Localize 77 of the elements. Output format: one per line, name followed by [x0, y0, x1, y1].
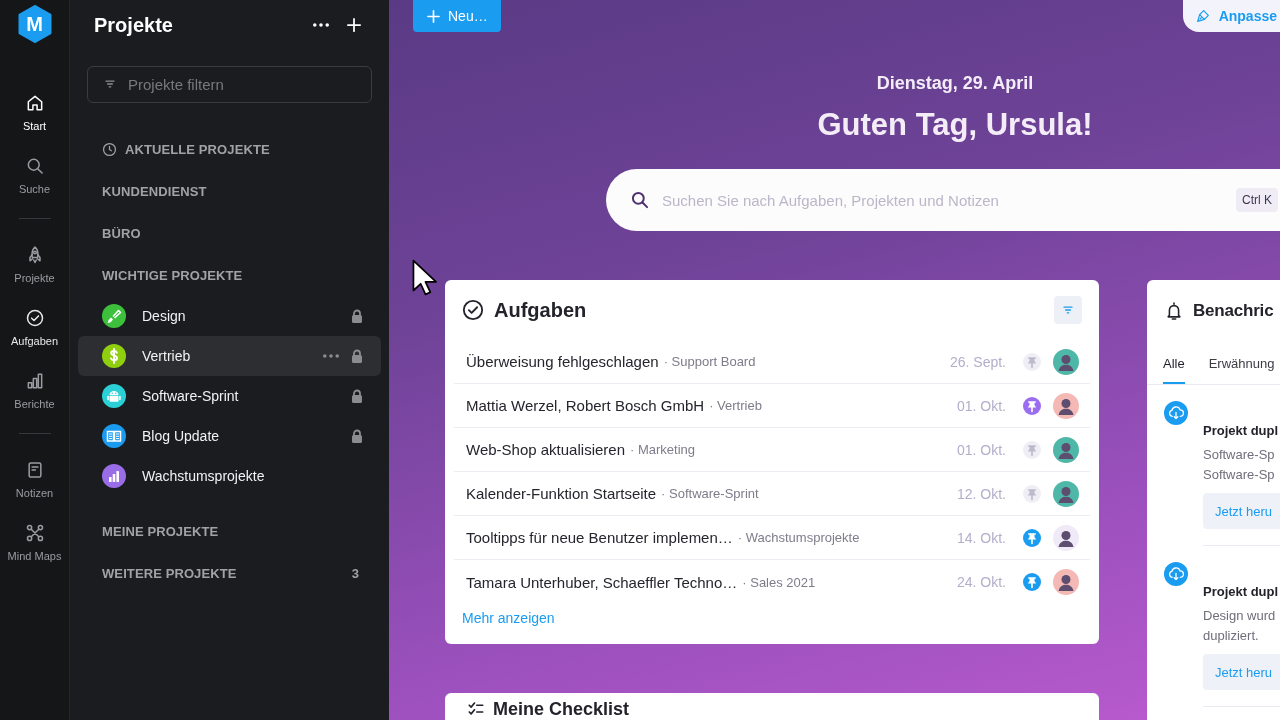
nav-item[interactable]: Notizen — [2, 458, 67, 502]
card-title: Meine Checklist — [493, 699, 630, 719]
greeting-title: Guten Tag, Ursula! — [817, 106, 1093, 144]
task-project: · Support Board — [663, 354, 756, 369]
due-date: 01. Okt. — [956, 441, 1006, 458]
panel-title: Benachric — [1193, 301, 1274, 321]
project-item[interactable]: Software-Sprint — [78, 376, 381, 416]
paint-brush-icon — [1194, 8, 1211, 24]
task-title[interactable]: Tooltipps für neue Benutzer implemen… — [466, 529, 733, 546]
task-title[interactable]: Tamara Unterhuber, Schaeffler Techno… — [466, 573, 738, 591]
mind-map-icon — [24, 523, 45, 543]
more-icon — [313, 23, 329, 27]
task-title[interactable]: Kalender-Funktion Startseite — [466, 485, 657, 502]
section-header[interactable]: BÜRO — [70, 212, 389, 254]
keyboard-shortcut: Ctrl K — [1236, 188, 1278, 212]
pin-icon[interactable] — [1023, 396, 1041, 415]
checklist-icon — [467, 700, 485, 718]
nav-item[interactable]: Projekte — [2, 243, 67, 287]
check-circle-icon — [462, 299, 484, 321]
task-title[interactable]: Überweisung fehlgeschlagen — [466, 353, 659, 370]
notification-title: Projekt dupl — [1203, 422, 1280, 440]
more-button[interactable] — [313, 23, 329, 27]
filter-button[interactable] — [1054, 296, 1082, 324]
project-item[interactable]: Blog Update — [78, 416, 381, 456]
project-item[interactable]: Design — [78, 296, 381, 336]
notification-text: Design wurd dupliziert. — [1203, 607, 1277, 645]
section-header[interactable]: WICHTIGE PROJEKTE — [70, 254, 389, 296]
notification-title: Projekt dupl — [1203, 583, 1280, 601]
nav-item[interactable]: Suche — [2, 154, 67, 198]
more-icon[interactable] — [323, 354, 339, 358]
add-button[interactable] — [347, 18, 361, 32]
date-text: Dienstag, 29. April — [876, 72, 1034, 95]
due-date: 01. Okt. — [956, 397, 1006, 414]
tab[interactable]: Erwähnung — [1208, 342, 1275, 384]
due-date: 24. Okt. — [956, 574, 1006, 590]
filter-icon — [105, 80, 115, 88]
nav-item[interactable]: Mind Maps — [2, 521, 67, 565]
notification-text: Software-Sp Software-Sp — [1203, 446, 1276, 484]
due-date: 14. Okt. — [956, 529, 1006, 546]
pin-icon[interactable] — [1023, 484, 1041, 503]
card-title: Aufgaben — [494, 298, 588, 322]
clock-icon — [102, 141, 117, 157]
filter-field[interactable]: Projekte filtern — [87, 66, 372, 103]
tab[interactable]: Alle — [1163, 342, 1185, 384]
pin-icon[interactable] — [1023, 440, 1041, 459]
project-count: 3 — [351, 565, 359, 581]
nav-item[interactable]: Aufgaben — [2, 306, 67, 350]
filter-icon — [1063, 306, 1073, 314]
cloud-download-icon — [1164, 401, 1188, 425]
section-header[interactable]: MEINE PROJEKTE — [70, 510, 389, 552]
bell-icon — [1164, 301, 1184, 321]
task-title[interactable]: Web-Shop aktualisieren — [466, 441, 625, 458]
nav-item[interactable]: Start — [2, 91, 67, 135]
pin-icon[interactable] — [1023, 528, 1041, 547]
cloud-download-icon — [1164, 562, 1188, 586]
plus-icon — [427, 9, 440, 23]
project-item[interactable]: Vertrieb — [78, 336, 381, 376]
task-project: · Vertrieb — [709, 398, 762, 413]
section-header[interactable]: AKTUELLE PROJEKTE — [70, 128, 389, 170]
due-date: 26. Sept. — [949, 353, 1006, 370]
task-project: · Software-Sprint — [661, 486, 759, 501]
task-project: · Marketing — [630, 442, 695, 457]
pin-icon[interactable] — [1023, 352, 1041, 371]
due-date: 12. Okt. — [956, 485, 1006, 502]
plus-icon — [347, 18, 361, 32]
section-header[interactable]: KUNDENDIENST — [70, 170, 389, 212]
section-header[interactable]: WEITERE PROJEKTE 3 — [70, 552, 389, 594]
task-title[interactable]: Mattia Werzel, Robert Bosch GmbH — [466, 397, 705, 414]
task-project: · Sales 2021 — [742, 574, 816, 590]
mouse-pointer-icon — [412, 259, 438, 296]
sidebar-title: Projekte — [94, 13, 174, 37]
project-item[interactable]: Wachstumsprojekte — [78, 456, 381, 496]
task-project: · Wachstumsprojekte — [737, 530, 860, 545]
nav-item[interactable]: Berichte — [2, 369, 67, 413]
pin-icon[interactable] — [1023, 573, 1041, 591]
check-circle-icon — [24, 308, 45, 328]
search-icon — [630, 190, 650, 210]
